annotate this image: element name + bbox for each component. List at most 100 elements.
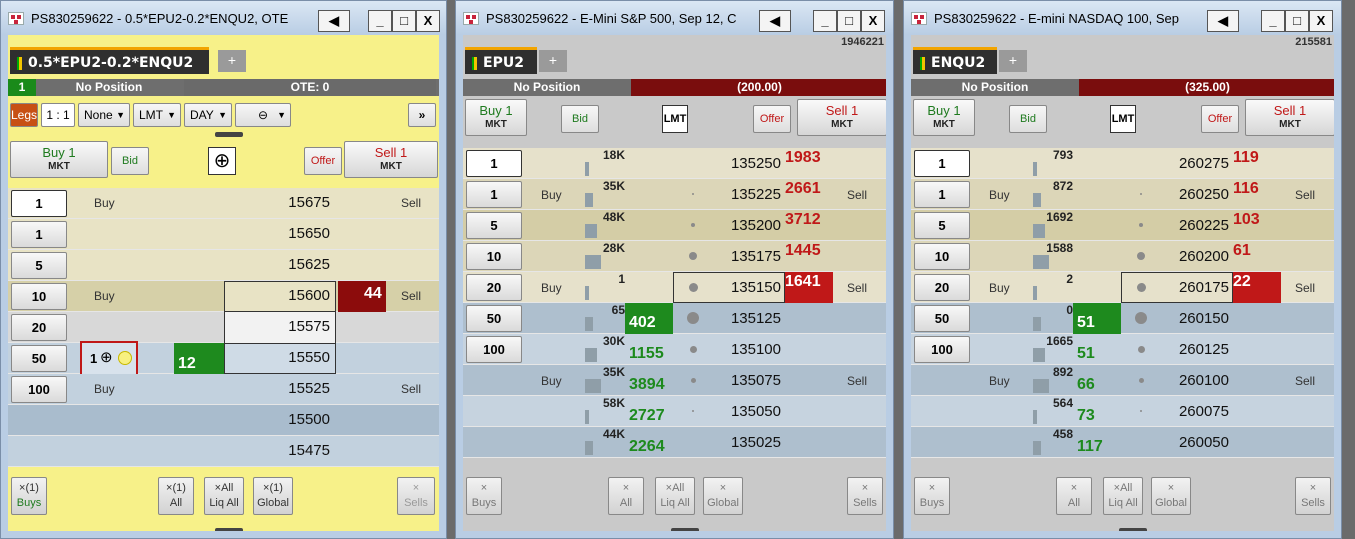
ladder-row[interactable]: 100 1665 51 260125	[911, 334, 1334, 365]
bid-button[interactable]: Bid	[111, 147, 149, 175]
ladder-row[interactable]: 15575	[8, 312, 439, 343]
qty-button-5[interactable]: 5	[11, 252, 67, 279]
ladder-row[interactable]: 50 65 402 135125	[463, 303, 886, 334]
maximize-button[interactable]: □	[837, 10, 861, 32]
ladder-row[interactable]: 1 793 260275 119	[911, 148, 1334, 179]
bid-button[interactable]: Bid	[561, 105, 599, 133]
add-tab-button[interactable]: +	[539, 50, 567, 72]
sell-market-button[interactable]: Sell 1 MKT	[344, 141, 438, 178]
qty-button-4[interactable]: 20	[914, 274, 970, 301]
tab-epu2[interactable]: EPU2	[465, 47, 537, 74]
qty-button-1[interactable]: 1	[914, 181, 970, 208]
ladder-row[interactable]: 10 28K 135175 1445	[463, 241, 886, 272]
ladder-row[interactable]: 15500	[8, 405, 439, 436]
ladder-row[interactable]: Buy Sell 892 66 260100	[911, 365, 1334, 396]
qty-button-0[interactable]: 1	[466, 150, 522, 177]
ladder-row[interactable]: 1 Buy Sell 872 260250 116	[911, 179, 1334, 210]
order-type-toggle[interactable]: LMT	[1110, 105, 1136, 133]
liquidate-all-button[interactable]: ×All Liq All	[1103, 477, 1143, 515]
cancel-global-button[interactable]: ×(1) Global	[253, 477, 293, 515]
qty-button-5[interactable]: 50	[914, 305, 970, 332]
sell-market-button[interactable]: Sell 1 MKT	[1245, 99, 1334, 136]
minimize-button[interactable]: _	[813, 10, 837, 32]
ladder-row[interactable]: Buy 15600 44 Sell	[8, 281, 439, 312]
cancel-sells-button[interactable]: × Sells	[397, 477, 435, 515]
ladder-row[interactable]: 458 117 260050	[911, 427, 1334, 458]
qty-button-0[interactable]: 1	[914, 150, 970, 177]
qty-button-1[interactable]: 1	[11, 190, 67, 217]
more-button[interactable]: »	[408, 103, 436, 127]
qty-button-50[interactable]: 50	[11, 345, 67, 372]
buy-market-button[interactable]: Buy 1 MKT	[465, 99, 527, 136]
qty-button-100[interactable]: 100	[11, 376, 67, 403]
qty-button-3[interactable]: 10	[914, 243, 970, 270]
cancel-all-button[interactable]: ×(1) All	[158, 477, 194, 515]
ladder-row[interactable]: 1 Buy Sell 35K 135225 2661	[463, 179, 886, 210]
ladder-row[interactable]: 5 1692 260225 103	[911, 210, 1334, 241]
ladder-row[interactable]: 100 30K 1155 135100	[463, 334, 886, 365]
title-bar[interactable]: PS830259622 - 0.5*EPU2-0.2*ENQU2, OTE ◀ …	[1, 1, 446, 35]
add-tab-button[interactable]: +	[218, 50, 246, 72]
liquidate-all-button[interactable]: ×All Liq All	[655, 477, 695, 515]
ladder-row[interactable]: 1 ⊕ 12 15550	[8, 341, 439, 376]
ladder-row[interactable]: Buy 15525 Sell	[8, 374, 439, 405]
offer-button[interactable]: Offer	[1201, 105, 1239, 133]
speaker-icon[interactable]: ◀	[759, 10, 791, 32]
qty-button-2[interactable]: 5	[466, 212, 522, 239]
qty-button-10[interactable]: 10	[11, 283, 67, 310]
add-tab-button[interactable]: +	[999, 50, 1027, 72]
maximize-button[interactable]: □	[1285, 10, 1309, 32]
qty-button-3[interactable]: 10	[466, 243, 522, 270]
collapse-handle[interactable]	[215, 528, 243, 531]
duration-select[interactable]: DAY ▼	[184, 103, 232, 127]
liquidate-all-button[interactable]: ×All Liq All	[204, 477, 244, 515]
legs-button[interactable]: Legs	[10, 103, 38, 127]
maximize-button[interactable]: □	[392, 10, 416, 32]
qty-button-4[interactable]: 20	[466, 274, 522, 301]
minimize-button[interactable]: _	[368, 10, 392, 32]
sell-market-button[interactable]: Sell 1 MKT	[797, 99, 886, 136]
qty-button-1[interactable]: 1	[466, 181, 522, 208]
title-bar[interactable]: PS830259622 - E-Mini S&P 500, Sep 12, C …	[456, 1, 893, 35]
order-type-toggle[interactable]: LMT	[662, 105, 688, 133]
cancel-sells-button[interactable]: × Sells	[1295, 477, 1331, 515]
ladder-row[interactable]: 564 73 260075	[911, 396, 1334, 427]
collapse-handle[interactable]	[1119, 528, 1147, 531]
link-select[interactable]: ⊖ ▼	[235, 103, 291, 127]
minimize-button[interactable]: _	[1261, 10, 1285, 32]
close-button[interactable]: X	[861, 10, 885, 32]
offer-button[interactable]: Offer	[304, 147, 342, 175]
qty-button-1[interactable]: 1	[11, 221, 67, 248]
collapse-handle[interactable]	[671, 528, 699, 531]
ladder-row[interactable]: 20 Buy Sell 2 260175 22	[911, 272, 1334, 303]
ladder-row[interactable]: Buy Sell 35K 3894 135075	[463, 365, 886, 396]
ladder-row[interactable]: 50 0 51 260150	[911, 303, 1334, 334]
ladder-row[interactable]: 58K 2727 135050	[463, 396, 886, 427]
tif-none-select[interactable]: None ▼	[78, 103, 130, 127]
cancel-buys-button[interactable]: × Buys	[466, 477, 502, 515]
tab-enqu2[interactable]: ENQU2	[913, 47, 997, 74]
speaker-icon[interactable]: ◀	[1207, 10, 1239, 32]
cancel-buys-button[interactable]: × Buys	[914, 477, 950, 515]
qty-button-20[interactable]: 20	[11, 314, 67, 341]
cancel-global-button[interactable]: × Global	[703, 477, 743, 515]
ladder-row[interactable]: 15650	[8, 219, 439, 250]
qty-button-6[interactable]: 100	[914, 336, 970, 363]
ratio-field[interactable]: 1 : 1	[41, 103, 75, 127]
target-icon[interactable]: ⊕	[208, 147, 236, 175]
cancel-all-button[interactable]: × All	[1056, 477, 1092, 515]
buy-market-button[interactable]: Buy 1 MKT	[10, 141, 108, 178]
ladder-row[interactable]: 20 Buy Sell 1 135150 1641	[463, 272, 886, 303]
order-type-select[interactable]: LMT ▼	[133, 103, 181, 127]
qty-button-6[interactable]: 100	[466, 336, 522, 363]
title-bar[interactable]: PS830259622 - E-mini NASDAQ 100, Sep ◀ _…	[904, 1, 1341, 35]
close-button[interactable]: X	[416, 10, 440, 32]
cancel-sells-button[interactable]: × Sells	[847, 477, 883, 515]
cancel-global-button[interactable]: × Global	[1151, 477, 1191, 515]
cancel-all-button[interactable]: × All	[608, 477, 644, 515]
speaker-icon[interactable]: ◀	[318, 10, 350, 32]
ladder-row[interactable]: 15475	[8, 436, 439, 467]
offer-button[interactable]: Offer	[753, 105, 791, 133]
ladder-row[interactable]: 10 1588 260200 61	[911, 241, 1334, 272]
ladder-row[interactable]: 1 18K 135250 1983	[463, 148, 886, 179]
